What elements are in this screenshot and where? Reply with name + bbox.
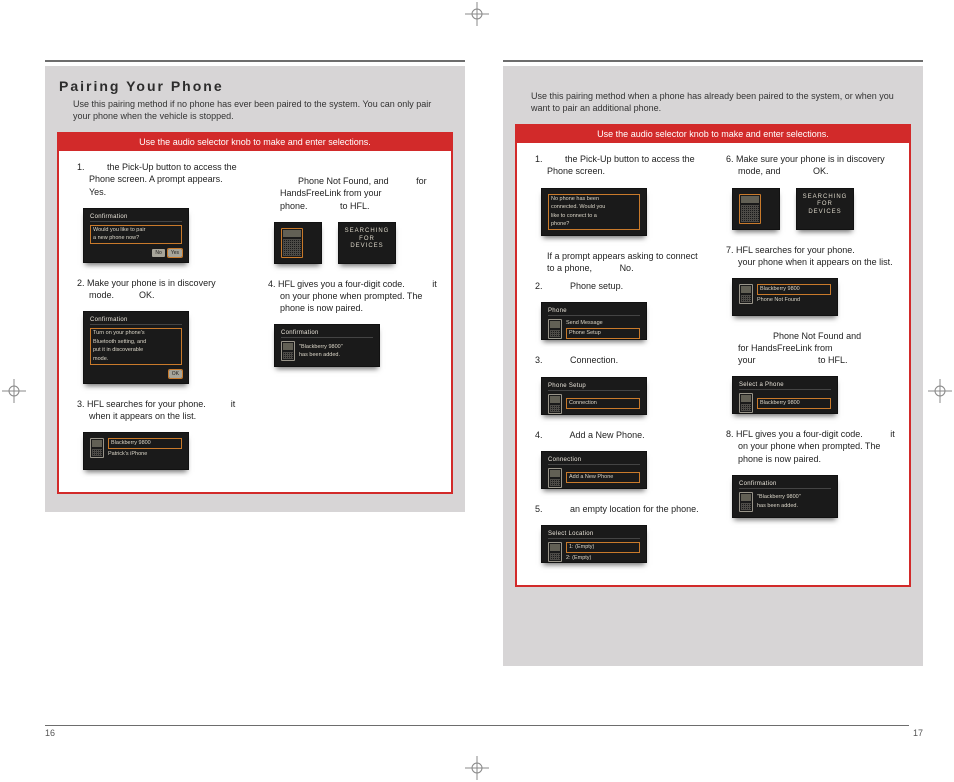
col-left-2: Phone Not Found, and for HandsFreeLink f… [264, 161, 437, 478]
crop-mark-bottom [465, 756, 489, 780]
step-l4: 4. HFL gives you a four-digit code. it o… [264, 278, 437, 314]
page-number-left: 16 [45, 728, 55, 738]
shot-r-setup: Phone Setup Connection [541, 377, 647, 415]
col-right-1: 1. the Pick-Up button to access the Phon… [531, 153, 704, 571]
col-left-1: 1. the Pick-Up button to access the Phon… [73, 161, 246, 478]
step-l3: 3. HFL searches for your phone. it when … [73, 398, 246, 422]
rule-bottom [45, 725, 909, 726]
note-l-r1: Phone Not Found, and for HandsFreeLink f… [264, 175, 437, 211]
shot-r-prompt: No phone has been connected. Would you l… [541, 188, 647, 236]
panel-left: Use the audio selector knob to make and … [57, 132, 453, 494]
shot-confirm-ok: Confirmation Turn on your phone's Blueto… [83, 311, 189, 383]
panel-right: Use the audio selector knob to make and … [515, 124, 911, 587]
note-r1: If a prompt appears asking to connect to… [531, 250, 704, 274]
shot-r-loc: Select Location 1: (Empty) 2: (Empty) [541, 525, 647, 563]
crop-mark-left [2, 379, 26, 403]
step-r2: 2. Phone setup. [531, 280, 704, 292]
shot-r-found: Blackberry 9800 Phone Not Found [732, 278, 838, 316]
page-left: Pairing Your Phone Use this pairing meth… [45, 60, 465, 726]
phone-icon [90, 438, 104, 458]
shot-r-select: Select a Phone Blackberry 9800 [732, 376, 838, 414]
intro-left: Use this pairing method if no phone has … [73, 98, 449, 122]
section-title: Pairing Your Phone [59, 78, 453, 94]
step-l1: 1. the Pick-Up button to access the Phon… [73, 161, 246, 197]
step-r8: 8. HFL gives you a four-digit code. it o… [722, 428, 895, 464]
rule-top [45, 60, 465, 62]
step-r1: 1. the Pick-Up button to access the Phon… [531, 153, 704, 177]
shot-r-keypad [732, 188, 780, 230]
crop-mark-top [465, 2, 489, 26]
page-number-right: 17 [913, 728, 923, 738]
shot-confirm-yes: Confirmation Would you like to pair a ne… [83, 208, 189, 263]
intro-right: Use this pairing method when a phone has… [531, 90, 907, 114]
note-r-notfound: Phone Not Found and for HandsFreeLink fr… [722, 330, 895, 366]
shot-searching: SEARCHING FOR DEVICES [338, 222, 396, 264]
page-right: Use this pairing method when a phone has… [503, 60, 923, 726]
step-r7: 7. HFL searches for your phone. your pho… [722, 244, 895, 268]
rule-top-r [503, 60, 923, 62]
step-l2: 2. Make your phone is in discovery mode.… [73, 277, 246, 301]
shot-r-searching: SEARCHING FOR DEVICES [796, 188, 854, 230]
crop-mark-right [928, 379, 952, 403]
panel-head-right: Use the audio selector knob to make and … [517, 126, 909, 143]
shot-r-paired: Confirmation "Blackberry 9800" has been … [732, 475, 838, 518]
panel-head-left: Use the audio selector knob to make and … [59, 134, 451, 151]
shot-phone-list: Blackberry 9800 Patrick's iPhone [83, 432, 189, 470]
shot-r-phone: Phone Send Message Phone Setup [541, 302, 647, 340]
step-r5: 5. an empty location for the phone. [531, 503, 704, 515]
shot-r-conn: Connection Add a New Phone [541, 451, 647, 489]
step-r4: 4. Add a New Phone. [531, 429, 704, 441]
shot-keypad [274, 222, 322, 264]
col-right-2: 6. Make sure your phone is in discovery … [722, 153, 895, 571]
step-r6: 6. Make sure your phone is in discovery … [722, 153, 895, 177]
shot-paired: Confirmation "Blackberry 9800" has been … [274, 324, 380, 367]
step-r3: 3. Connection. [531, 354, 704, 366]
